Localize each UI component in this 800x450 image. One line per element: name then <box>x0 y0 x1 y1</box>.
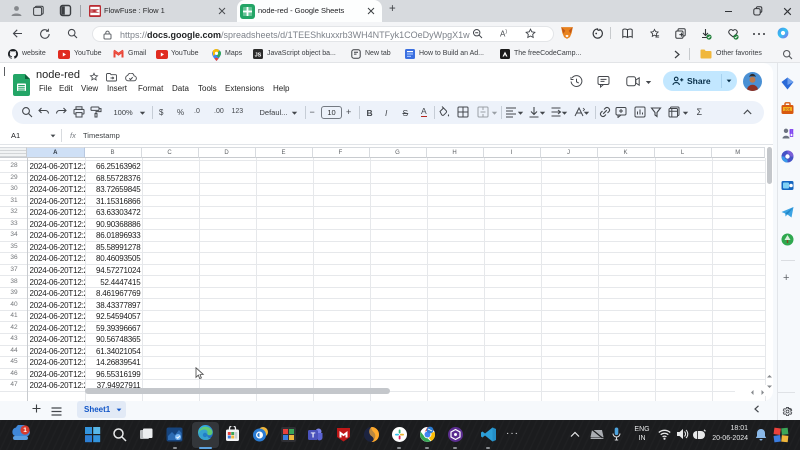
svg-text:JS: JS <box>255 53 262 59</box>
svg-text:1: 1 <box>23 427 27 434</box>
svg-text:101: 101 <box>784 107 791 112</box>
svg-text:T: T <box>311 431 316 440</box>
